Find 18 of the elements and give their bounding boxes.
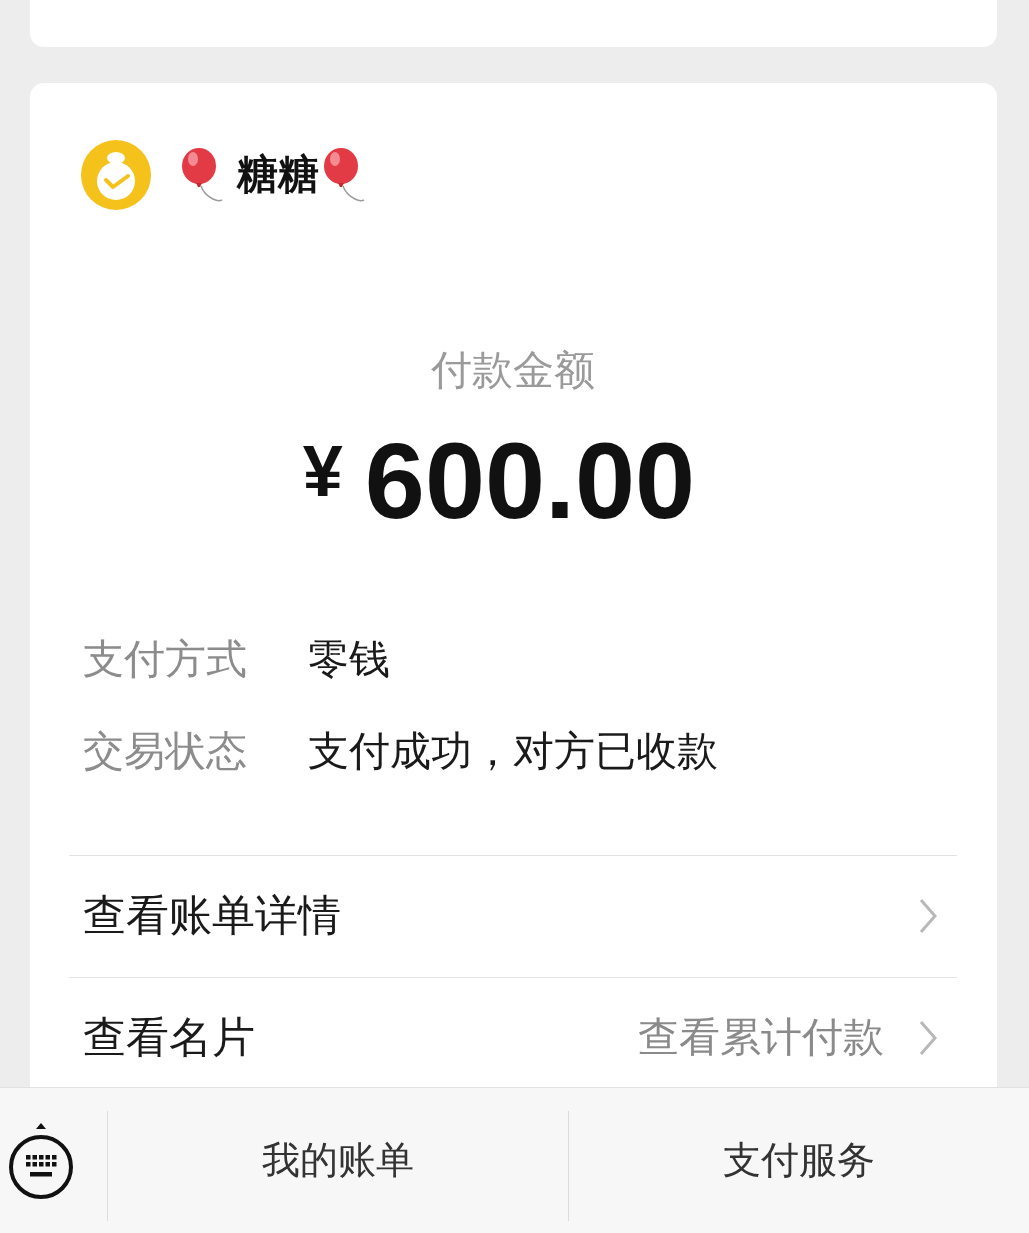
row-link[interactable]: 查看名片 (83, 1012, 255, 1064)
detail-value: 支付成功，对方已收款 (308, 727, 719, 777)
menu-button[interactable]: 支付服务 (569, 1088, 1029, 1233)
payee-name: 糖糖 (237, 150, 319, 200)
detail-label: 支付方式 (83, 635, 248, 685)
balloon-icon (323, 148, 365, 202)
keyboard-icon[interactable] (8, 1121, 74, 1200)
currency-symbol: ¥ (302, 435, 343, 508)
payment-amount: 600.00 (364, 427, 696, 536)
money-bag-icon (81, 140, 151, 210)
chevron-right-icon (918, 898, 938, 935)
chevron-right-icon (918, 1020, 938, 1057)
row-link[interactable]: 查看账单详情 (83, 890, 341, 942)
menu-button[interactable]: 我的账单 (108, 1088, 568, 1233)
amount-label: 付款金额 (430, 346, 596, 396)
detail-label: 交易状态 (83, 727, 248, 777)
detail-value: 零钱 (308, 635, 391, 685)
balloon-icon (181, 148, 223, 202)
